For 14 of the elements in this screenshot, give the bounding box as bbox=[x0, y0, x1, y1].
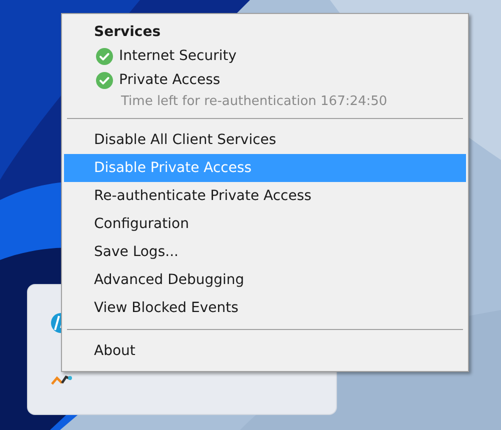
menu-item[interactable]: Disable All Client Services bbox=[64, 126, 466, 154]
menu-item[interactable]: Re-authenticate Private Access bbox=[64, 182, 466, 210]
service-label: Internet Security bbox=[119, 46, 237, 66]
service-label: Private Access bbox=[119, 70, 220, 90]
menu-item[interactable]: Configuration bbox=[64, 210, 466, 238]
check-circle-icon bbox=[96, 72, 113, 88]
network-icon[interactable] bbox=[51, 374, 73, 386]
reauth-time-note: Time left for re-authentication 167:24:50 bbox=[120, 93, 388, 111]
check-circle-icon bbox=[96, 48, 113, 64]
menu-item[interactable]: Advanced Debugging bbox=[64, 266, 466, 294]
menu-item[interactable]: Save Logs... bbox=[64, 238, 466, 266]
menu-item[interactable]: View Blocked Events bbox=[64, 294, 466, 322]
section-heading: Services bbox=[94, 23, 161, 42]
menu-item[interactable]: About bbox=[64, 337, 466, 365]
